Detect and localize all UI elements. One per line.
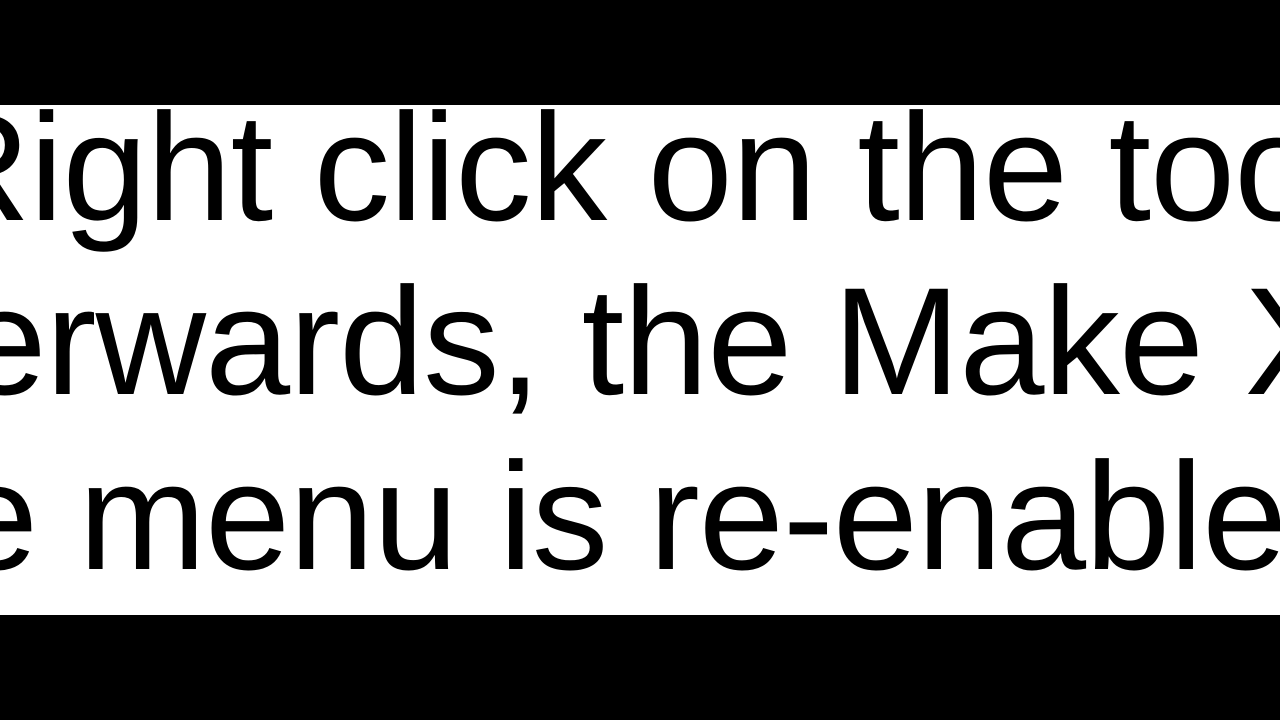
text-line-2: terwards, the Make X	[0, 256, 1280, 427]
text-line-3: le menu is re-enable	[0, 431, 1280, 602]
video-frame: Right click on the toolb terwards, the M…	[0, 0, 1280, 720]
text-strip: Right click on the toolb terwards, the M…	[0, 105, 1280, 615]
cropped-text-block: Right click on the toolb terwards, the M…	[0, 105, 1280, 604]
text-line-1: Right click on the toolb	[0, 105, 1280, 253]
